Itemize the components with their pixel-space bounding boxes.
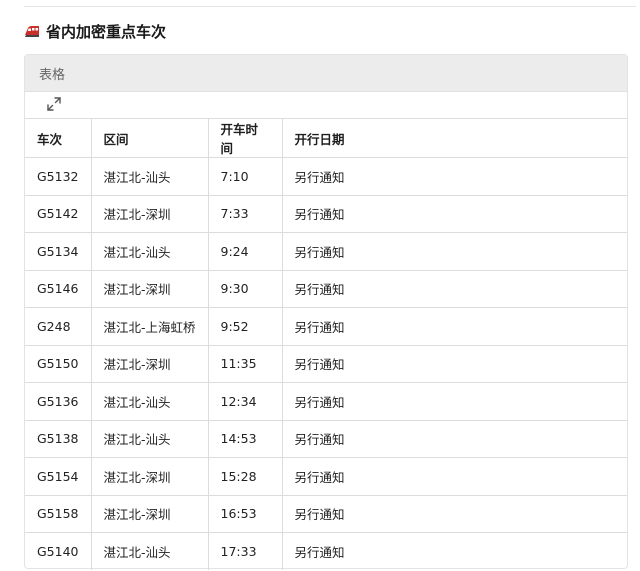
cell-route: 湛江北-深圳	[91, 457, 209, 495]
cell-departure-time: 16:53	[208, 494, 283, 533]
cell-departure-time: 12:34	[208, 382, 283, 420]
cell-service-date: 另行通知	[282, 194, 627, 233]
expand-row	[25, 92, 627, 118]
cell-route: 湛江北-汕头	[91, 532, 209, 570]
cell-route: 湛江北-汕头	[91, 382, 209, 420]
cell-departure-time: 11:35	[208, 344, 283, 383]
cell-train-number: G5142	[25, 194, 92, 233]
cell-service-date: 另行通知	[282, 157, 627, 195]
top-divider	[24, 6, 636, 7]
cell-route: 湛江北-汕头	[91, 419, 209, 458]
cell-train-number: G5154	[25, 457, 92, 495]
cell-service-date: 另行通知	[282, 344, 627, 383]
table-row: G5134 湛江北-汕头 9:24 另行通知	[25, 232, 627, 270]
cell-train-number: G5138	[25, 419, 92, 458]
cell-service-date: 另行通知	[282, 382, 627, 420]
table-row: G248 湛江北-上海虹桥 9:52 另行通知	[25, 307, 627, 345]
cell-train-number: G5150	[25, 344, 92, 383]
column-header: 开行日期	[282, 118, 627, 158]
cell-departure-time: 7:10	[208, 157, 283, 195]
table-row: G5154 湛江北-深圳 15:28 另行通知	[25, 457, 627, 495]
table-row: G5150 湛江北-深圳 11:35 另行通知	[25, 344, 627, 383]
table-row: G5158 湛江北-深圳 16:53 另行通知	[25, 494, 627, 533]
cell-service-date: 另行通知	[282, 232, 627, 270]
cell-route: 湛江北-汕头	[91, 232, 209, 270]
cell-route: 湛江北-深圳	[91, 494, 209, 533]
cell-service-date: 另行通知	[282, 269, 627, 308]
cell-departure-time: 14:53	[208, 419, 283, 458]
page-heading: 省内加密重点车次	[24, 18, 166, 44]
cell-service-date: 另行通知	[282, 532, 627, 570]
cell-route: 湛江北-上海虹桥	[91, 307, 209, 345]
cell-departure-time: 15:28	[208, 457, 283, 495]
cell-departure-time: 9:52	[208, 307, 283, 345]
table-row: G5136 湛江北-汕头 12:34 另行通知	[25, 382, 627, 420]
cell-departure-time: 9:30	[208, 269, 283, 308]
cell-route: 湛江北-汕头	[91, 157, 209, 195]
cell-train-number: G5136	[25, 382, 92, 420]
cell-departure-time: 17:33	[208, 532, 283, 570]
cell-train-number: G5146	[25, 269, 92, 308]
train-table: 车次 区间 开车时间 开行日期 G5132 湛江北-汕头 7:10 另行通知 G…	[25, 118, 627, 570]
table-row: G5132 湛江北-汕头 7:10 另行通知	[25, 157, 627, 195]
cell-route: 湛江北-深圳	[91, 194, 209, 233]
cell-service-date: 另行通知	[282, 307, 627, 345]
cell-train-number: G5158	[25, 494, 92, 533]
cell-train-number: G5132	[25, 157, 92, 195]
train-icon	[24, 24, 40, 38]
cell-departure-time: 9:24	[208, 232, 283, 270]
cell-service-date: 另行通知	[282, 494, 627, 533]
expand-icon[interactable]	[45, 95, 63, 113]
cell-train-number: G5140	[25, 532, 92, 570]
cell-train-number: G248	[25, 307, 92, 345]
table-row: G5142 湛江北-深圳 7:33 另行通知	[25, 194, 627, 233]
cell-route: 湛江北-深圳	[91, 269, 209, 308]
table-row: G5140 湛江北-汕头 17:33 另行通知	[25, 532, 627, 570]
card-header-label: 表格	[39, 67, 66, 83]
cell-departure-time: 7:33	[208, 194, 283, 233]
table-card: 表格 车次 区间 开车时间 开行日期 G5132 湛江北-汕头 7:10 另行通…	[24, 54, 628, 570]
cell-train-number: G5134	[25, 232, 92, 270]
column-header: 开车时间	[208, 118, 283, 158]
page-title: 省内加密重点车次	[46, 22, 167, 41]
cell-route: 湛江北-深圳	[91, 344, 209, 383]
column-header: 车次	[25, 118, 92, 158]
cell-service-date: 另行通知	[282, 457, 627, 495]
cell-service-date: 另行通知	[282, 419, 627, 458]
table-row: G5146 湛江北-深圳 9:30 另行通知	[25, 269, 627, 308]
table-header-row: 车次 区间 开车时间 开行日期	[25, 118, 627, 158]
card-header: 表格	[25, 55, 627, 92]
column-header: 区间	[91, 118, 209, 158]
table-row: G5138 湛江北-汕头 14:53 另行通知	[25, 419, 627, 458]
